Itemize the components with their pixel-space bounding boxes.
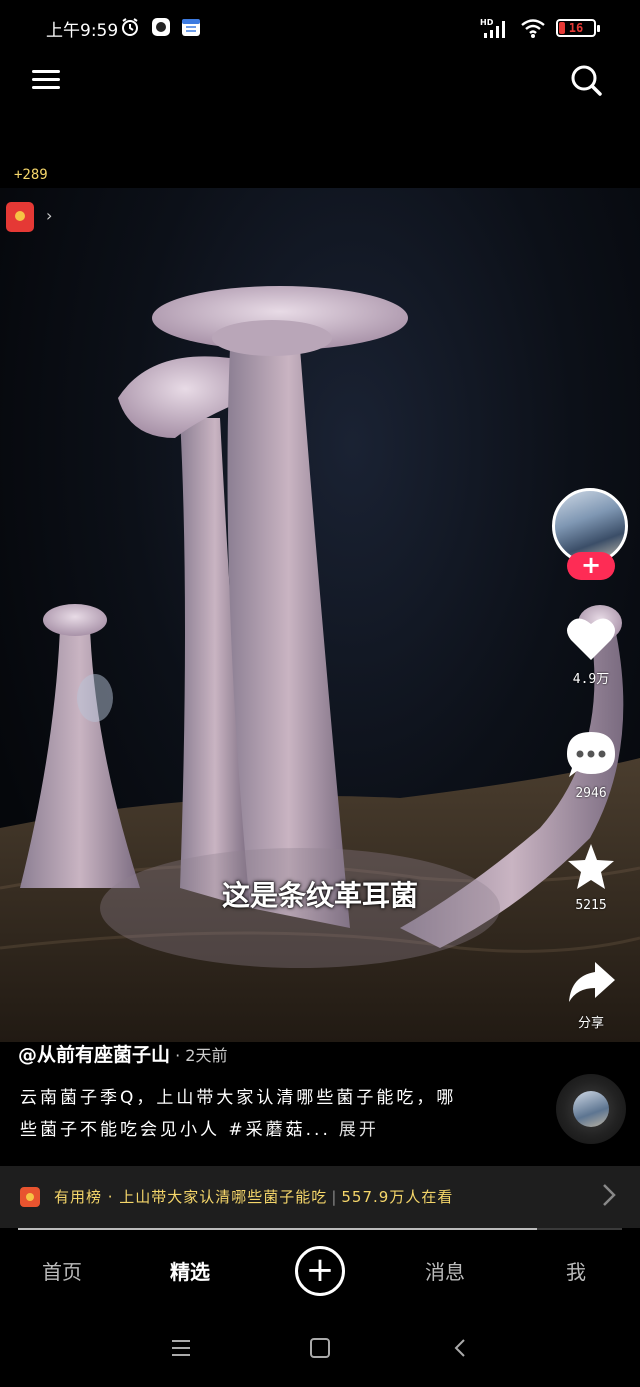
add-button[interactable]: + (295, 1246, 345, 1296)
expand-link[interactable]: 展开 (339, 1120, 379, 1140)
separator: | (331, 1188, 338, 1206)
tab-home[interactable]: 首页 (42, 1256, 82, 1285)
tab-messages[interactable]: 消息 (425, 1256, 465, 1285)
post-time: · 2天前 (170, 1046, 228, 1065)
like-count: 4.9万 (572, 672, 610, 687)
tab-me[interactable]: 我 (566, 1256, 586, 1285)
author-name[interactable]: @从前有座菌子山 (18, 1044, 170, 1066)
home-icon[interactable] (309, 1338, 331, 1358)
video-progress-fill (18, 1228, 538, 1230)
comment-count: 2946 (575, 786, 607, 801)
post-description[interactable]: 云南菌子季Q，上山带大家认清哪些菌子能吃，哪些菌子不能吃会见小人 #采蘑菇...… (20, 1082, 460, 1146)
chevron-right-icon[interactable] (602, 1183, 616, 1207)
star-icon (568, 844, 614, 889)
chevron-right-icon[interactable]: › (46, 206, 52, 225)
status-time: 上午9:59 (46, 21, 119, 41)
description-text: 云南菌子季Q，上山带大家认清哪些菌子能吃，哪些菌子不能吃会见小人 #采蘑菇... (20, 1088, 457, 1140)
search-icon[interactable] (568, 62, 604, 98)
menu-button[interactable] (32, 66, 62, 96)
coin-reward-counter: +289 (14, 167, 48, 183)
system-nav-bar (0, 1308, 640, 1387)
wifi-icon (521, 19, 545, 38)
hot-list-banner[interactable]: 有用榜 · 上山带大家认清哪些菌子能吃 | 557.9万人在看 (0, 1166, 640, 1228)
favorite-button[interactable]: 5215 (560, 842, 622, 913)
music-disc[interactable] (556, 1074, 626, 1144)
battery-fill (559, 22, 565, 34)
hamburger-line (32, 86, 60, 89)
comment-button[interactable]: 2946 (560, 730, 622, 801)
svg-text:HD: HD (480, 18, 494, 27)
hot-list-text: 有用榜 · 上山带大家认清哪些菌子能吃 | 557.9万人在看 (54, 1186, 453, 1207)
follow-button[interactable]: + (567, 552, 615, 580)
signal-icon: HD (480, 18, 505, 38)
tab-featured[interactable]: 精选 (170, 1256, 210, 1285)
hot-list-title: 有用榜 · 上山带大家认清哪些菌子能吃 (54, 1188, 328, 1206)
heart-icon (567, 618, 615, 660)
favorite-count: 5215 (575, 898, 607, 913)
battery-cap (597, 25, 600, 32)
alarm-icon (122, 18, 138, 36)
back-icon[interactable] (452, 1338, 468, 1358)
hamburger-menu-icon (32, 70, 60, 73)
video-player[interactable]: › 这是条纹革耳菌 (0, 188, 640, 1042)
app-notification-icon (152, 18, 170, 36)
video-caption: 这是条纹革耳菌 (221, 879, 418, 912)
red-envelope-icon[interactable] (6, 202, 34, 232)
like-button[interactable]: 4.9万 (560, 614, 622, 687)
author-name-line[interactable]: @从前有座菌子山 · 2天前 (18, 1040, 227, 1067)
battery-indicator: 16 (556, 19, 600, 37)
recent-apps-icon[interactable] (170, 1338, 192, 1358)
viewer-count: 557.9万人在看 (341, 1188, 454, 1206)
comment-icon (567, 732, 615, 777)
hamburger-line (32, 78, 60, 81)
share-button[interactable]: 分享 (560, 958, 622, 1031)
status-bar: 上午9:59 HD 16 (0, 0, 640, 56)
battery-level: 16 (568, 21, 584, 35)
video-progress-bar[interactable] (18, 1228, 622, 1230)
hot-list-icon (20, 1187, 40, 1207)
calendar-icon (182, 19, 200, 36)
share-icon (569, 962, 615, 1002)
bottom-nav: 首页 精选 + 消息 我 (0, 1232, 640, 1308)
music-cover (573, 1091, 609, 1127)
share-label: 分享 (577, 1016, 604, 1031)
